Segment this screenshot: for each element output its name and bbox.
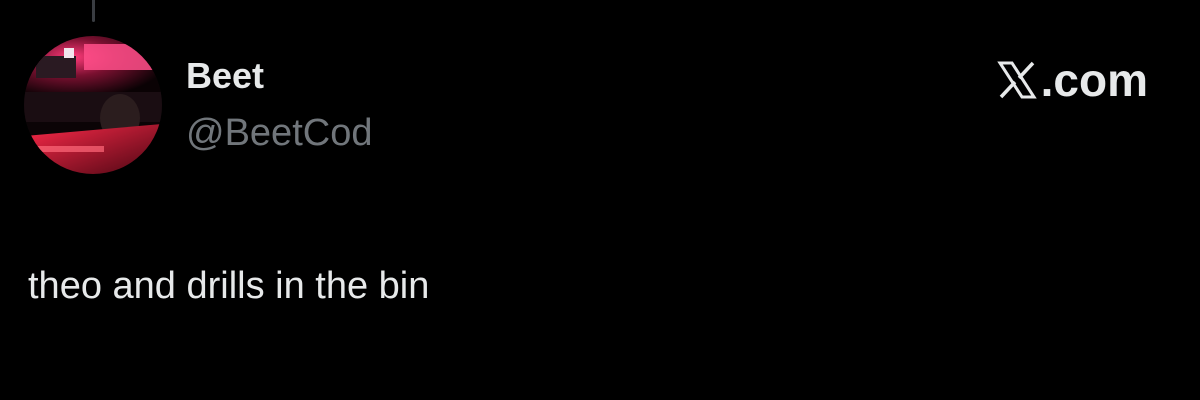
avatar[interactable] bbox=[24, 36, 162, 174]
tweet-text: theo and drills in the bin bbox=[28, 265, 430, 307]
thread-connector-line bbox=[92, 0, 95, 22]
author-display-name[interactable]: Beet bbox=[186, 52, 264, 100]
x-com-logo: .com bbox=[996, 52, 1148, 108]
x-logo-icon bbox=[996, 60, 1037, 100]
source-domain-suffix: .com bbox=[1040, 54, 1148, 106]
author-handle[interactable]: @BeetCod bbox=[186, 108, 372, 158]
user-avatar-photo bbox=[24, 36, 162, 174]
